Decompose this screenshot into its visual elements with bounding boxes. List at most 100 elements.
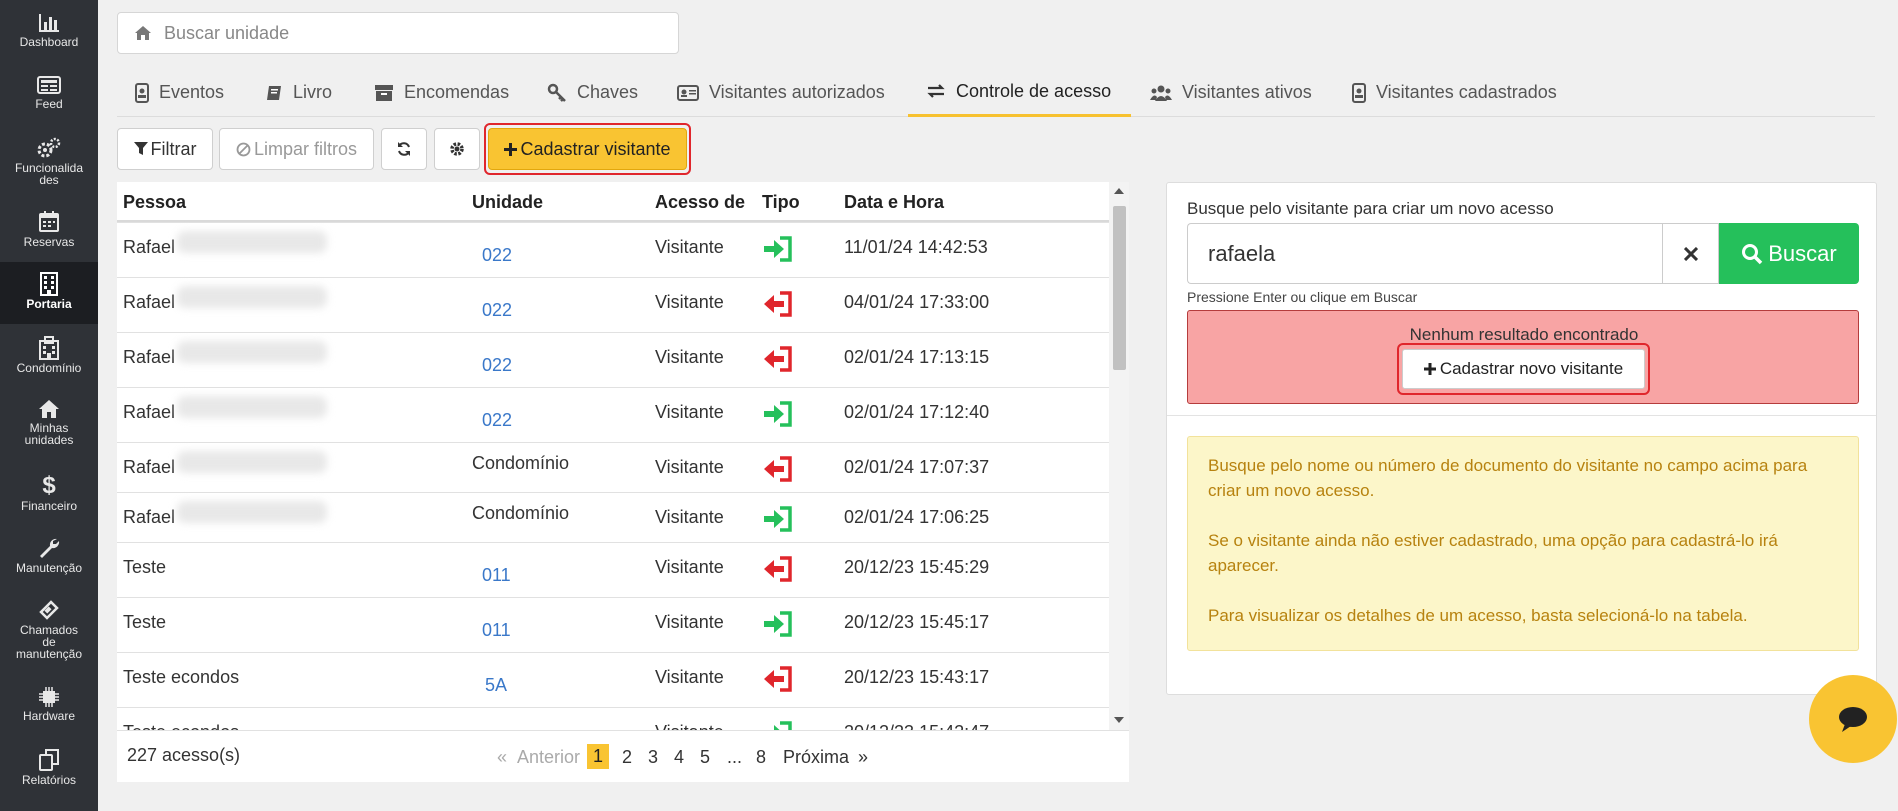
users-icon bbox=[1150, 85, 1172, 101]
cell-acesso: Visitante bbox=[655, 612, 724, 632]
tab-chaves[interactable]: Chaves bbox=[547, 68, 638, 117]
sidebar-item-reservas[interactable]: Reservas bbox=[0, 210, 98, 248]
sidebar-item-portaria[interactable]: Portaria bbox=[0, 262, 98, 324]
cell-unidade[interactable]: 011 bbox=[482, 620, 511, 641]
cell-data: 20/12/23 15:45:29 bbox=[844, 557, 990, 577]
clear-search-button[interactable] bbox=[1662, 223, 1719, 284]
table-row[interactable]: Teste econdos 5A Visitante 20/12/23 15:43:1… bbox=[117, 652, 1109, 707]
pagination-page-1[interactable]: 1 bbox=[587, 744, 610, 769]
gear-icon bbox=[450, 142, 464, 156]
filter-button[interactable]: Filtrar bbox=[117, 128, 213, 170]
svg-text:$: $ bbox=[42, 472, 56, 498]
chat-button[interactable] bbox=[1809, 675, 1897, 763]
sidebar-item-manutencao[interactable]: Manutenção bbox=[0, 536, 98, 574]
table-row[interactable]: Rafael 022 Visitante 04/01/24 17:33:00 bbox=[117, 277, 1109, 332]
cell-tipo bbox=[762, 455, 794, 488]
table-row[interactable]: Rafael 022 Visitante 11/01/24 14:42:53 bbox=[117, 222, 1109, 277]
cell-unidade[interactable]: 022 bbox=[482, 245, 512, 266]
cell-acesso: Visitante bbox=[655, 292, 724, 312]
cell-tipo bbox=[762, 235, 794, 268]
copy-icon bbox=[39, 749, 59, 771]
table-row[interactable]: Rafael 022 Visitante 02/01/24 17:13:15 bbox=[117, 332, 1109, 387]
hospital-icon bbox=[39, 336, 59, 360]
column-header-acesso[interactable]: Acesso de bbox=[655, 192, 745, 213]
tab-encomendas[interactable]: Encomendas bbox=[374, 68, 509, 117]
scroll-thumb[interactable] bbox=[1113, 206, 1126, 370]
pagination-last[interactable]: » bbox=[858, 747, 868, 768]
settings-button[interactable] bbox=[434, 128, 480, 170]
sign-out-icon bbox=[764, 456, 792, 482]
visitor-search-input[interactable] bbox=[1187, 223, 1662, 284]
table-scrollbar[interactable] bbox=[1109, 182, 1129, 730]
cell-unidade[interactable]: 022 bbox=[482, 410, 512, 431]
sidebar-item-condominio[interactable]: Condomínio bbox=[0, 336, 98, 374]
sidebar-item-financeiro[interactable]: $ Financeiro bbox=[0, 472, 98, 512]
sign-in-icon bbox=[764, 236, 792, 262]
visitor-search-button[interactable]: Buscar bbox=[1719, 223, 1859, 284]
pagination-page-3[interactable]: 3 bbox=[648, 747, 658, 768]
tab-controle-de-acesso[interactable]: Controle de acesso bbox=[908, 68, 1132, 117]
sidebar-item-minhas-unidades[interactable]: Minhas unidades bbox=[0, 398, 98, 446]
table-row[interactable]: Teste 011 Visitante 20/12/23 15:45:17 bbox=[117, 597, 1109, 652]
table-row[interactable]: Rafael Condomínio Visitante 02/01/24 17:06:… bbox=[117, 492, 1109, 542]
new-access-panel: Busque pelo visitante para criar um novo… bbox=[1166, 182, 1877, 695]
pagination-page-8[interactable]: 8 bbox=[756, 747, 766, 768]
tab-visitantes-ativos[interactable]: Visitantes ativos bbox=[1150, 68, 1312, 117]
unit-search-input[interactable] bbox=[164, 19, 664, 47]
sidebar-item-dashboard[interactable]: Dashboard bbox=[0, 12, 98, 48]
exchange-icon bbox=[927, 84, 945, 98]
table-footer: 227 acesso(s) « Anterior 1 2 3 4 5 ... 8… bbox=[117, 730, 1129, 782]
tab-livro[interactable]: Livro bbox=[265, 68, 332, 117]
cell-data: 02/01/24 17:07:37 bbox=[844, 457, 990, 477]
sidebar-item-feed[interactable]: Feed bbox=[0, 74, 98, 110]
table-row[interactable]: Rafael 022 Visitante 02/01/24 17:12:40 bbox=[117, 387, 1109, 442]
column-header-data[interactable]: Data e Hora bbox=[844, 192, 944, 213]
cell-pessoa: Teste bbox=[123, 612, 167, 632]
search-icon bbox=[1742, 243, 1763, 264]
scroll-down-arrow[interactable] bbox=[1114, 717, 1124, 723]
cell-unidade: Condomínio bbox=[472, 503, 570, 523]
sign-out-icon bbox=[764, 666, 792, 692]
dollar-icon: $ bbox=[42, 472, 56, 498]
cell-unidade[interactable]: 5A bbox=[485, 675, 507, 696]
no-result-alert: Nenhum resultado encontrado Cadastrar no… bbox=[1187, 310, 1859, 404]
column-header-tipo[interactable]: Tipo bbox=[762, 192, 800, 213]
tab-eventos[interactable]: Eventos bbox=[135, 68, 224, 117]
cell-pessoa: Rafael bbox=[123, 237, 176, 257]
sidebar-item-label: Feed bbox=[35, 97, 63, 111]
blurred-surname bbox=[177, 501, 327, 523]
pagination-page-2[interactable]: 2 bbox=[622, 747, 632, 768]
clear-filters-button[interactable]: Limpar filtros bbox=[219, 128, 374, 170]
cell-unidade[interactable]: 022 bbox=[482, 355, 512, 376]
column-header-pessoa[interactable]: Pessoa bbox=[123, 192, 186, 213]
refresh-icon bbox=[398, 142, 410, 156]
tab-visitantes-cadastrados[interactable]: Visitantes cadastrados bbox=[1352, 68, 1557, 117]
visitor-search-label: Busque pelo visitante para criar um novo… bbox=[1187, 199, 1554, 218]
table-row[interactable]: Teste 011 Visitante 20/12/23 15:45:29 bbox=[117, 542, 1109, 597]
cell-unidade[interactable]: 011 bbox=[482, 565, 511, 586]
cell-data: 20/12/23 15:43:17 bbox=[844, 667, 990, 687]
pagination-page-4[interactable]: 4 bbox=[674, 747, 684, 768]
sidebar-item-relatorios[interactable]: Relatórios bbox=[0, 748, 98, 786]
tab-label: Visitantes cadastrados bbox=[1376, 82, 1557, 102]
column-header-unidade[interactable]: Unidade bbox=[472, 192, 543, 213]
pagination-next[interactable]: Próxima bbox=[783, 747, 849, 768]
highlight-box bbox=[484, 123, 691, 175]
info-text: Para visualizar os detalhes de um acesso… bbox=[1208, 606, 1748, 625]
cell-acesso: Visitante bbox=[655, 507, 724, 527]
pagination-page-5[interactable]: 5 bbox=[700, 747, 710, 768]
id-badge-icon bbox=[135, 82, 149, 103]
scroll-up-arrow[interactable] bbox=[1114, 188, 1124, 194]
table-row[interactable]: Rafael Condomínio Visitante 02/01/24 17:07:… bbox=[117, 442, 1109, 492]
no-result-text: Nenhum resultado encontrado bbox=[1409, 325, 1639, 344]
sidebar-item-label: unidades bbox=[24, 433, 74, 447]
dashboard-icon bbox=[39, 14, 59, 32]
tab-visitantes-autorizados[interactable]: Visitantes autorizados bbox=[677, 68, 885, 117]
sidebar-item-hardware[interactable]: Hardware bbox=[0, 686, 98, 722]
cell-unidade[interactable]: 022 bbox=[482, 300, 512, 321]
cell-tipo bbox=[762, 665, 794, 698]
access-table: Pessoa Unidade Acesso de Tipo Data e Hor… bbox=[117, 182, 1129, 782]
refresh-button[interactable] bbox=[381, 128, 427, 170]
sidebar-item-funcionalidades[interactable]: Funcionalida des bbox=[0, 136, 98, 186]
sidebar-item-chamados[interactable]: Chamados de manutenção bbox=[0, 598, 98, 660]
